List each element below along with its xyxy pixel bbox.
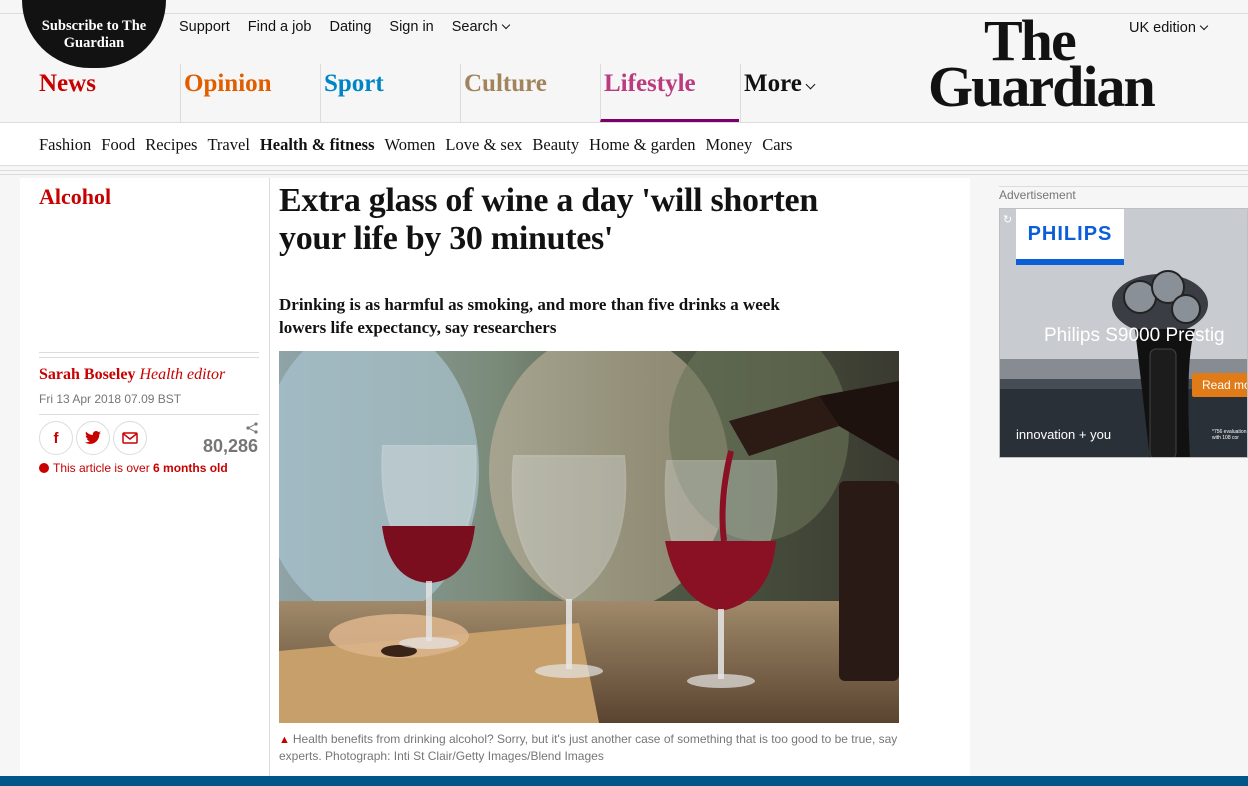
- pillar-culture[interactable]: Culture: [460, 64, 600, 122]
- subnav-home-garden[interactable]: Home & garden: [589, 135, 695, 155]
- subnav-beauty[interactable]: Beauty: [532, 135, 579, 155]
- subnav-cars[interactable]: Cars: [762, 135, 792, 155]
- subnav-money[interactable]: Money: [705, 135, 752, 155]
- pillar-sport[interactable]: Sport: [320, 64, 460, 122]
- subscribe-line-1: Subscribe to The: [41, 18, 147, 34]
- share-count: 80,286: [203, 436, 259, 456]
- read-more-button[interactable]: Read mo: [1192, 373, 1247, 397]
- subnav-love-sex[interactable]: Love & sex: [445, 135, 522, 155]
- column-divider: [269, 178, 270, 778]
- author-link[interactable]: Sarah Boseley: [39, 366, 135, 383]
- search-label: Search: [451, 19, 498, 35]
- ad-title: Philips S9000 Prestig: [1044, 325, 1225, 346]
- email-icon: [122, 432, 138, 444]
- guardian-logo[interactable]: The Guardian: [928, 12, 1156, 119]
- subnav-health-fitness[interactable]: Health & fitness: [260, 135, 375, 155]
- age-value: 6 months old: [153, 461, 228, 475]
- search-link[interactable]: Search: [451, 19, 510, 35]
- pillar-lifestyle[interactable]: Lifestyle: [600, 64, 739, 122]
- subscribe-button[interactable]: Subscribe to The Guardian: [22, 0, 166, 68]
- subnav: Fashion Food Recipes Travel Health & fit…: [0, 122, 1248, 166]
- subnav-food[interactable]: Food: [101, 135, 135, 155]
- ad-fine-print: *756 evaluation with 108 cor: [1212, 429, 1246, 441]
- subscribe-line-2: Guardian: [63, 35, 125, 51]
- subnav-women[interactable]: Women: [385, 135, 436, 155]
- facebook-icon: f: [53, 429, 59, 447]
- subnav-travel[interactable]: Travel: [207, 135, 249, 155]
- wine-glasses-image: [279, 351, 899, 723]
- article-headline: Extra glass of wine a day 'will shorten …: [279, 182, 818, 257]
- photo-caption: ▲ Health benefits from drinking alcohol? …: [279, 731, 899, 764]
- pillar-opinion[interactable]: Opinion: [180, 64, 320, 122]
- twitter-share-button[interactable]: [76, 421, 110, 455]
- article-content: Alcohol Sarah Boseley Health editor Fri …: [20, 178, 970, 778]
- article-age-warning: This article is over 6 months old: [39, 461, 228, 475]
- divider: [0, 170, 1248, 171]
- refresh-icon[interactable]: ↻: [1003, 213, 1012, 226]
- chevron-down-icon: [501, 20, 510, 30]
- divider: [0, 174, 1248, 175]
- article-standfirst: Drinking is as harmful as smoking, and m…: [279, 295, 780, 337]
- triangle-up-icon: ▲: [279, 734, 290, 746]
- byline: Sarah Boseley Health editor: [39, 366, 225, 384]
- twitter-icon: [85, 431, 101, 444]
- share-icon: [246, 422, 258, 434]
- pillar-news[interactable]: News: [39, 64, 179, 122]
- facebook-share-button[interactable]: f: [39, 421, 73, 455]
- pillar-more[interactable]: More: [740, 64, 840, 122]
- advertisement-label: Advertisement: [999, 186, 1248, 202]
- pillar-nav: News Opinion Sport Culture Lifestyle Mor…: [0, 64, 900, 122]
- email-share-button[interactable]: [113, 421, 147, 455]
- divider: [39, 352, 259, 358]
- top-links: Support Find a job Dating Sign in Search: [179, 19, 510, 35]
- clock-icon: [39, 463, 49, 473]
- caption-text: Health benefits from drinking alcohol? S…: [279, 732, 898, 763]
- chevron-down-icon: [805, 79, 816, 90]
- publish-date: Fri 13 Apr 2018 07.09 BST: [39, 392, 182, 406]
- subnav-recipes[interactable]: Recipes: [145, 135, 197, 155]
- footer-bar: [0, 776, 1248, 786]
- logo-line-2: Guardian: [928, 54, 1156, 119]
- more-label: More: [744, 70, 802, 97]
- divider: [39, 414, 259, 415]
- section-label[interactable]: Alcohol: [39, 184, 111, 210]
- article-photo[interactable]: [279, 351, 899, 723]
- advertisement[interactable]: ↻ PHILIPS Philips S9000 Prestig Read mo …: [999, 208, 1248, 458]
- ad-fine-line-2: with 108 cor: [1212, 435, 1239, 441]
- sign-in-link[interactable]: Sign in: [389, 19, 433, 35]
- age-prefix: This article is over: [53, 461, 150, 475]
- chevron-down-icon: [1199, 21, 1209, 31]
- support-link[interactable]: Support: [179, 19, 230, 35]
- subnav-fashion[interactable]: Fashion: [39, 135, 91, 155]
- author-role: Health editor: [139, 366, 226, 383]
- dating-link[interactable]: Dating: [329, 19, 371, 35]
- find-a-job-link[interactable]: Find a job: [248, 19, 312, 35]
- site-header: Subscribe to The Guardian Support Find a…: [0, 0, 1248, 122]
- philips-logo: PHILIPS: [1016, 209, 1124, 265]
- ad-tagline: innovation + you: [1016, 427, 1112, 442]
